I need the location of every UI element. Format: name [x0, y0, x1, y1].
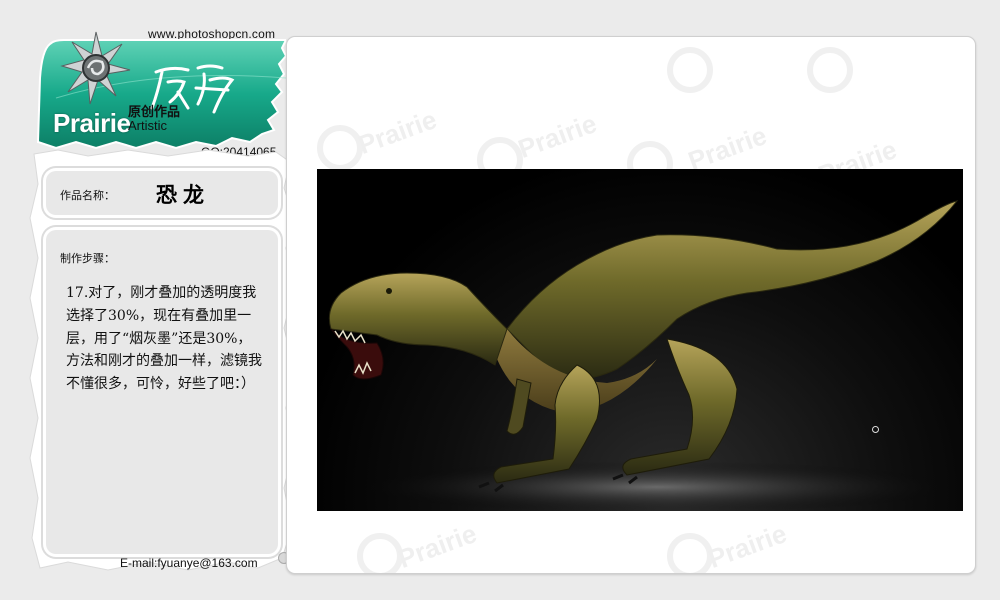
star-burst-logo-icon: [60, 31, 131, 105]
logo-wordmark: Prairie: [53, 108, 131, 138]
steps-label: 制作步骤：: [60, 252, 115, 265]
watermark-text: Prairie: [514, 108, 601, 164]
watermark-text: Prairie: [394, 518, 481, 574]
work-title: 恐龙: [156, 182, 210, 207]
watermark-sun-icon: [667, 47, 713, 93]
email-link[interactable]: E-mail:fyuanye@163.com: [120, 556, 258, 570]
watermark-sun-icon: [807, 47, 853, 93]
work-name-label: 作品名称：: [60, 189, 115, 202]
dinosaur-artwork: [317, 169, 963, 511]
watermark-text: Prairie: [354, 104, 441, 160]
dinosaur-illustration: [328, 200, 963, 511]
steps-text: 17.对了，刚才叠加的透明度我选择了30%，现在有叠加里一层，用了“烟灰墨”还是…: [66, 285, 262, 393]
logo-subtitle-en: Artistic: [128, 118, 167, 133]
tiny-circle-marker: [872, 426, 879, 433]
watermark-text: Prairie: [704, 518, 791, 574]
